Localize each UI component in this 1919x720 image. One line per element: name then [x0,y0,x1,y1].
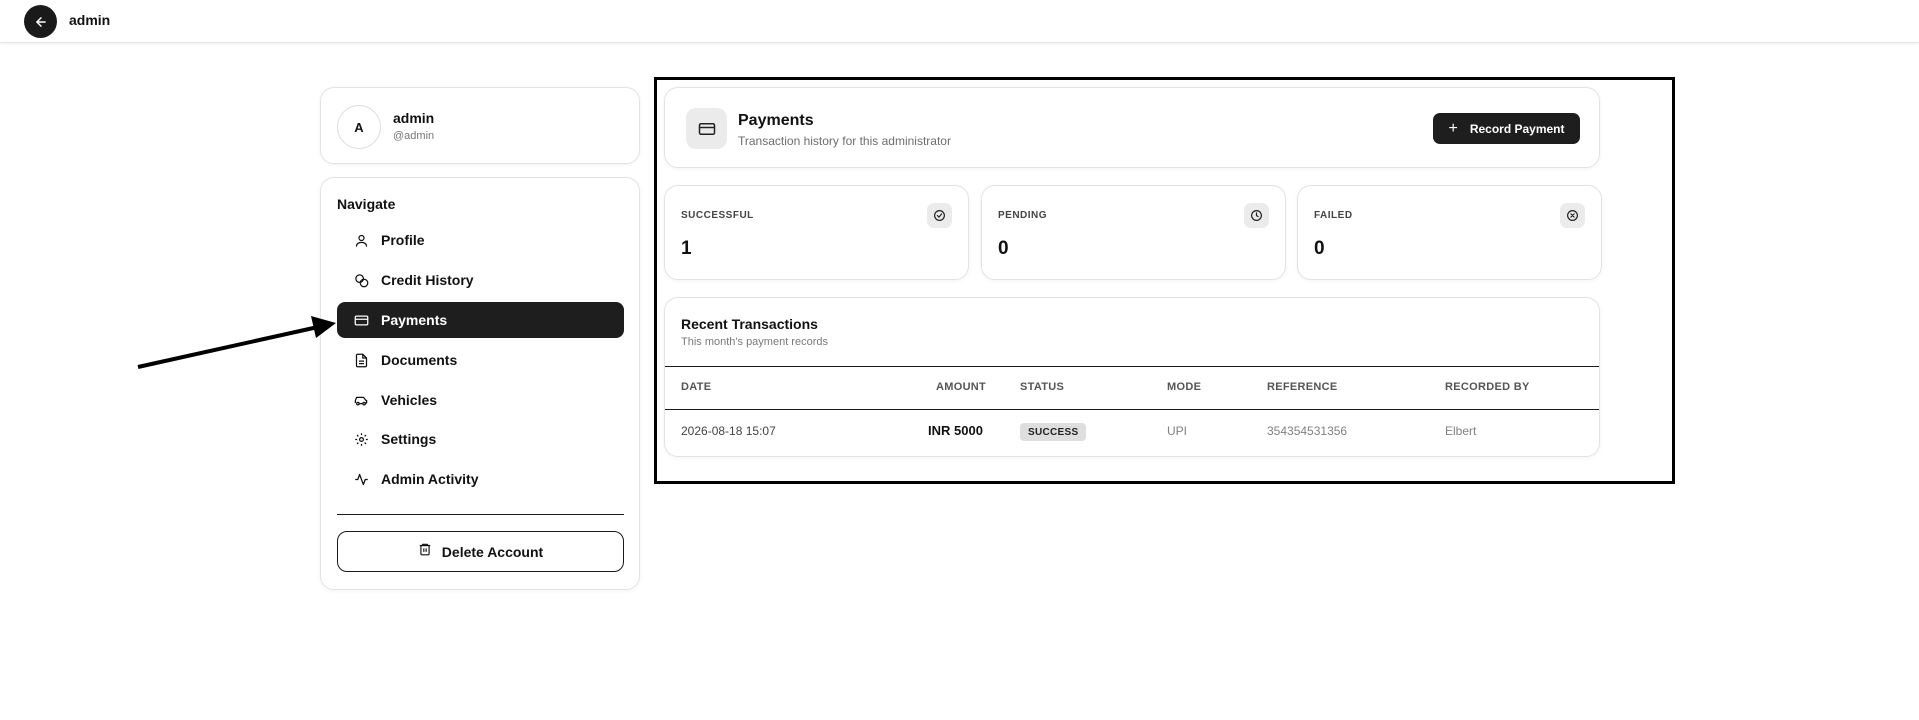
stat-card-pending: PENDING 0 [981,185,1286,280]
sidebar-item-profile[interactable]: Profile [337,222,624,258]
document-icon [353,352,369,368]
back-button[interactable] [24,5,57,38]
sidebar-item-payments[interactable]: Payments [337,302,624,338]
page-title: admin [69,12,111,28]
trash-icon [418,542,432,561]
sidebar-item-label: Profile [381,232,425,248]
sidebar-item-label: Credit History [381,272,474,288]
sidebar-item-settings[interactable]: Settings [337,421,624,457]
plus-icon: + [1448,119,1458,137]
column-header-mode: MODE [1167,381,1202,393]
activity-icon [353,471,369,487]
nav-title: Navigate [337,196,396,212]
status-badge: SUCCESS [1020,423,1087,441]
table-divider [665,366,1599,367]
sidebar-item-label: Payments [381,312,448,328]
delete-account-label: Delete Account [441,543,544,560]
gear-icon [353,431,369,447]
cell-date: 2026-08-18 15:07 [681,424,776,438]
clock-icon [1244,203,1269,228]
transactions-title: Recent Transactions [681,316,818,332]
payments-subtitle: Transaction history for this administrat… [738,134,951,148]
payments-header-card: Payments Transaction history for this ad… [664,87,1600,168]
cell-amount: INR 5000 [928,423,983,438]
record-payment-label: Record Payment [1469,121,1565,136]
top-bar: admin [0,0,1919,43]
navigation-card: Navigate Profile Credit History Payments… [320,177,640,590]
stat-label: FAILED [1314,210,1353,221]
cell-mode: UPI [1167,424,1188,438]
stat-card-failed: FAILED 0 [1297,185,1602,280]
sidebar-item-label: Settings [381,431,437,447]
check-circle-icon [927,203,952,228]
column-header-status: STATUS [1020,381,1065,393]
sidebar-item-label: Vehicles [381,392,438,408]
column-header-recorded-by: RECORDED BY [1445,381,1530,393]
stat-label: SUCCESSFUL [681,210,754,221]
sidebar-item-label: Documents [381,352,458,368]
stat-value: 0 [998,238,1009,259]
sidebar-item-vehicles[interactable]: Vehicles [337,382,624,418]
sidebar-item-label: Admin Activity [381,471,479,487]
user-icon [353,232,369,248]
record-payment-button[interactable]: + Record Payment [1433,113,1580,144]
nav-divider [337,514,624,515]
payments-title: Payments [738,112,814,129]
transactions-subtitle: This month's payment records [681,336,828,348]
user-card: A admin @admin [320,87,640,164]
user-name: admin [393,110,435,126]
sidebar-item-admin-activity[interactable]: Admin Activity [337,461,624,497]
stat-label: PENDING [998,210,1048,221]
stat-card-successful: SUCCESSFUL 1 [664,185,969,280]
avatar: A [337,105,381,149]
stat-value: 1 [681,238,692,259]
cell-reference: 354354531356 [1267,424,1348,438]
user-handle: @admin [393,130,435,142]
sidebar-item-credit-history[interactable]: Credit History [337,262,624,298]
coins-icon [353,272,369,288]
column-header-reference: REFERENCE [1267,381,1338,393]
x-circle-icon [1560,203,1585,228]
sidebar-item-documents[interactable]: Documents [337,342,624,378]
credit-card-icon [686,108,727,149]
car-icon [353,392,369,408]
column-header-amount: AMOUNT [936,381,987,393]
recent-transactions-card: Recent Transactions This month's payment… [664,297,1600,457]
credit-card-icon [353,312,369,328]
table-divider [665,409,1599,410]
stat-value: 0 [1314,238,1325,259]
delete-account-button[interactable]: Delete Account [337,531,624,572]
arrow-left-icon [35,16,46,27]
column-header-date: DATE [681,381,712,393]
cell-recorded-by: Elbert [1445,424,1477,438]
